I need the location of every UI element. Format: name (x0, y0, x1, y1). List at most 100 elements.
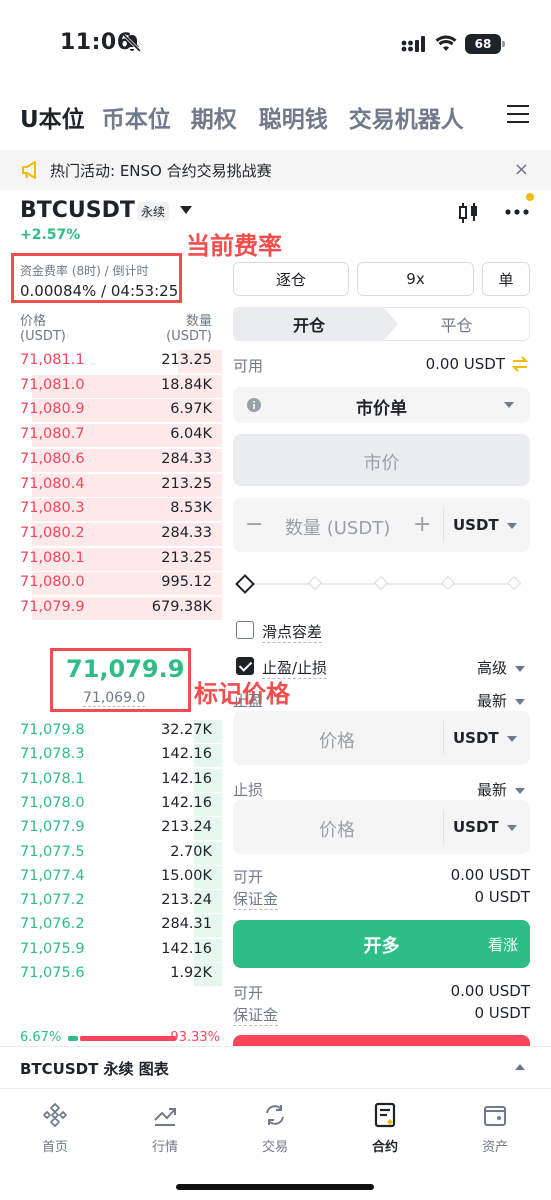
ask-row[interactable]: 71,080.4 213.25 (0, 473, 222, 497)
order-type-select[interactable]: 市价单 (233, 387, 530, 423)
quantity-unit[interactable]: USDT (453, 516, 517, 534)
nav-home[interactable]: 首页 (15, 1101, 95, 1155)
stop-loss-unit[interactable]: USDT (453, 818, 517, 836)
menu-icon[interactable] (507, 104, 529, 124)
bid-row[interactable]: 71,078.1 142.16 (0, 768, 222, 792)
ask-price: 71,080.6 (20, 450, 85, 467)
tab-open[interactable]: 开仓 (234, 308, 398, 340)
nav-trade[interactable]: 交易 (235, 1101, 315, 1155)
price-input[interactable]: 市价 (233, 434, 530, 486)
tpsl-checkbox[interactable] (236, 657, 254, 675)
bid-row[interactable]: 71,076.2 284.31 (0, 913, 222, 938)
ask-row[interactable]: 71,080.6 284.33 (0, 448, 222, 472)
bid-row[interactable]: 71,077.9 213.24 (0, 816, 222, 841)
slider-mark-75[interactable] (440, 575, 456, 591)
slider-mark-100[interactable] (506, 575, 522, 591)
bid-row[interactable]: 71,077.4 15.00K (0, 865, 222, 889)
ask-quantity: 213.25 (161, 352, 212, 368)
chevron-down-icon (506, 735, 517, 742)
bid-row[interactable]: 71,075.6 1.92K (0, 962, 222, 986)
promo-banner[interactable]: 热门活动: ENSO 合约交易挑战赛 × (0, 150, 551, 190)
bid-price: 71,077.4 (20, 867, 85, 884)
ask-row[interactable]: 71,080.9 6.97K (0, 398, 222, 423)
position-mode-button[interactable]: 单 (482, 262, 530, 296)
stop-loss-trigger[interactable]: 最新 (477, 779, 525, 800)
leverage-button[interactable]: 9x (357, 262, 474, 296)
quantity-minus-button[interactable]: − (245, 512, 263, 537)
markets-icon (154, 1108, 176, 1126)
tab-options[interactable]: 期权 (191, 100, 237, 134)
close-icon[interactable]: × (514, 159, 529, 180)
slider-mark-50[interactable] (373, 575, 389, 591)
take-profit-label: 止盈 (233, 692, 264, 710)
ask-quantity: 284.33 (161, 450, 212, 467)
bid-quantity: 213.24 (161, 819, 212, 836)
nav-assets[interactable]: 资产 (455, 1101, 535, 1155)
funding-rate-label[interactable]: 资金费率 (8时) / 倒计时 (20, 262, 149, 279)
take-profit-input[interactable]: 价格 USDT (233, 711, 530, 765)
slider-mark-25[interactable] (307, 575, 323, 591)
margin-mode-button[interactable]: 逐仓 (233, 262, 349, 296)
take-profit-unit-label: USDT (453, 729, 499, 747)
tab-smart-money[interactable]: 聪明钱 (259, 100, 328, 134)
chart-toggle-bar[interactable]: BTCUSDT 永续 图表 (0, 1046, 551, 1086)
tab-trading-bots[interactable]: 交易机器人 (349, 100, 464, 134)
bid-price: 71,078.1 (20, 770, 85, 787)
ask-quantity: 8.53K (170, 500, 212, 517)
divider (443, 810, 444, 844)
bid-row[interactable]: 71,078.0 142.16 (0, 792, 222, 816)
advanced-dropdown[interactable]: 高级 (477, 657, 525, 678)
perpetual-badge: 永续 (137, 202, 170, 221)
more-options-icon[interactable] (504, 200, 530, 222)
ask-row[interactable]: 71,080.7 6.04K (0, 423, 222, 448)
ask-row[interactable]: 71,081.1 213.25 (0, 349, 222, 373)
home-icon (43, 1103, 67, 1127)
candlestick-chart-icon[interactable] (458, 203, 480, 223)
battery-indicator: 68 (465, 34, 505, 54)
sell-max-open-label: 可开 (233, 984, 264, 1002)
sell-margin-label[interactable]: 保证金 (233, 1004, 279, 1026)
stop-loss-input[interactable]: 价格 USDT (233, 800, 530, 854)
slider-handle[interactable] (235, 574, 255, 594)
slippage-checkbox[interactable] (236, 621, 254, 639)
bid-price: 71,078.3 (20, 746, 85, 763)
symbol-dropdown-icon[interactable] (180, 206, 192, 214)
quantity-slider[interactable] (235, 574, 526, 594)
quantity-unit-label: USDT (453, 516, 499, 534)
chevron-down-icon (506, 522, 517, 529)
take-profit-unit[interactable]: USDT (453, 729, 517, 747)
tab-close[interactable]: 平仓 (384, 308, 529, 340)
ask-row[interactable]: 71,080.2 284.33 (0, 522, 222, 546)
ask-row[interactable]: 71,080.0 995.12 (0, 571, 222, 596)
buy-long-button[interactable]: 开多 看涨 (233, 920, 530, 968)
bid-row[interactable]: 71,078.3 142.16 (0, 743, 222, 768)
bid-row[interactable]: 71,077.2 213.24 (0, 889, 222, 914)
ask-row[interactable]: 71,080.1 213.25 (0, 547, 222, 571)
bid-price: 71,075.6 (20, 965, 85, 981)
quantity-plus-button[interactable]: + (413, 512, 431, 537)
max-open-label: 可开 (233, 868, 264, 886)
ask-row[interactable]: 71,080.3 8.53K (0, 497, 222, 522)
bid-row[interactable]: 71,075.9 142.16 (0, 938, 222, 962)
bid-quantity: 213.24 (161, 892, 212, 909)
transfer-icon[interactable] (511, 355, 529, 373)
price-change: +2.57% (20, 227, 81, 243)
tab-usdm[interactable]: U本位 (20, 100, 85, 134)
tpsl-label[interactable]: 止盈/止损 (262, 657, 328, 679)
bid-row[interactable]: 71,079.8 32.27K (0, 719, 222, 743)
take-profit-trigger[interactable]: 最新 (477, 690, 525, 711)
ask-row[interactable]: 71,081.0 18.84K (0, 374, 222, 398)
annotation-box-mark-price (50, 648, 191, 712)
symbol-name[interactable]: BTCUSDT (20, 198, 135, 223)
margin-label[interactable]: 保证金 (233, 888, 279, 910)
bid-price: 71,078.0 (20, 794, 85, 811)
wallet-icon (484, 1106, 506, 1126)
quantity-input[interactable]: − 数量 (USDT) + USDT (233, 498, 530, 552)
bid-quantity: 284.31 (161, 916, 212, 933)
slippage-label[interactable]: 滑点容差 (262, 621, 323, 643)
bid-row[interactable]: 71,077.5 2.70K (0, 841, 222, 865)
nav-markets[interactable]: 行情 (125, 1101, 205, 1155)
ask-row[interactable]: 71,079.9 679.38K (0, 596, 222, 620)
nav-futures[interactable]: 合约 (345, 1101, 425, 1155)
tab-coinm[interactable]: 币本位 (102, 100, 171, 134)
